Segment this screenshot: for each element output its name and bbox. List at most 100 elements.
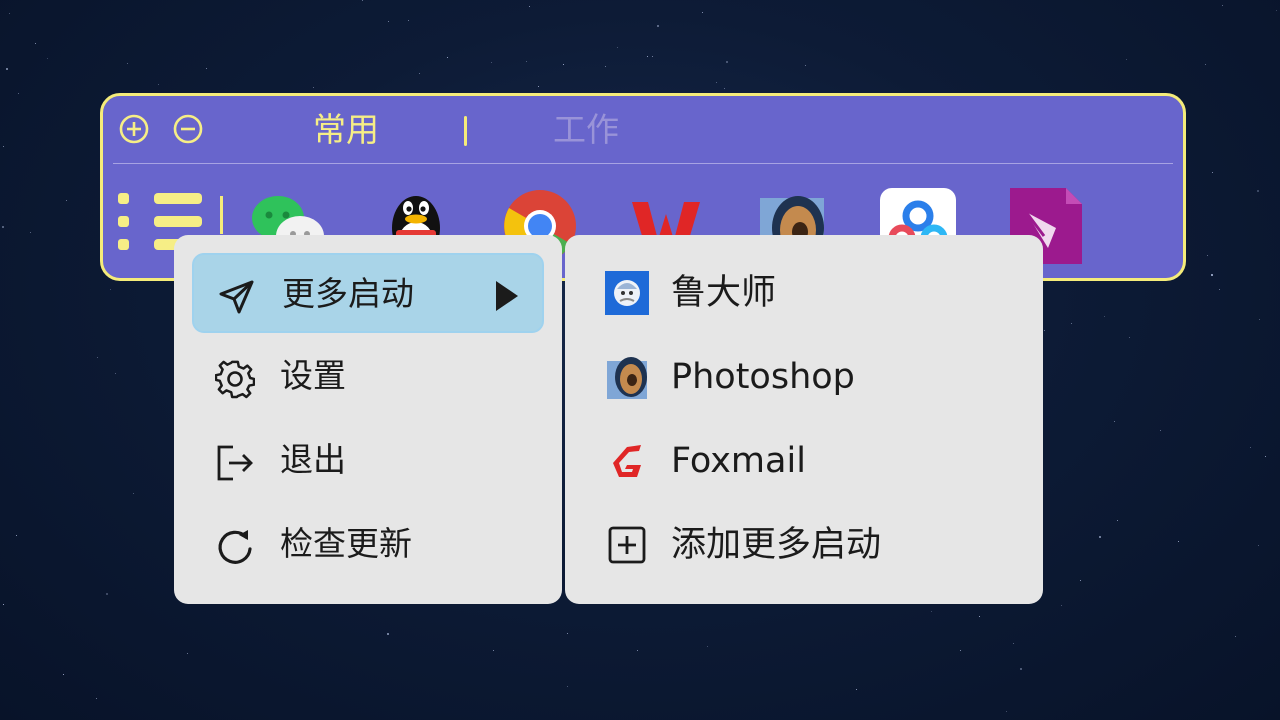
star — [9, 13, 10, 14]
submenu-item-label: Photoshop — [671, 357, 855, 397]
star — [1006, 711, 1007, 712]
star — [1117, 520, 1118, 521]
add-square-icon — [608, 526, 646, 564]
menu-item-more-launch[interactable]: 更多启动 — [192, 253, 544, 333]
menu-item-label: 退出 — [280, 440, 346, 479]
star — [158, 84, 159, 85]
menu-item-check-update[interactable]: 检查更新 — [192, 505, 544, 585]
star — [1104, 316, 1105, 317]
submenu-item-label: Foxmail — [671, 441, 806, 481]
star — [931, 611, 932, 612]
star — [1178, 541, 1179, 542]
tab-work[interactable]: 工作 — [553, 110, 619, 150]
star — [805, 65, 806, 66]
star — [529, 6, 530, 7]
submenu-item-label: 鲁大师 — [671, 273, 777, 313]
menu-item-label: 检查更新 — [280, 524, 412, 563]
star — [96, 698, 97, 699]
star — [362, 0, 363, 1]
star — [3, 146, 4, 147]
refresh-icon — [218, 530, 252, 564]
star — [115, 373, 116, 374]
star — [206, 68, 207, 69]
send-icon — [219, 280, 254, 314]
star — [106, 593, 108, 595]
star — [567, 633, 568, 634]
add-circle-icon[interactable] — [119, 114, 149, 144]
star — [1160, 430, 1161, 431]
menu-item-exit[interactable]: 退出 — [192, 421, 544, 501]
star — [30, 232, 31, 233]
tab-separator — [464, 116, 467, 146]
submenu-item-photoshop[interactable]: Photoshop — [605, 339, 1025, 419]
star — [447, 57, 448, 58]
photoshop-icon — [607, 357, 647, 399]
star — [526, 61, 527, 62]
star — [960, 650, 961, 651]
star — [979, 616, 980, 617]
context-menu: 更多启动 设置 退出 检查更新 — [174, 235, 562, 604]
star — [1250, 447, 1251, 448]
star — [567, 686, 568, 687]
star — [856, 689, 857, 690]
star — [6, 68, 8, 70]
star — [2, 226, 4, 228]
star — [1013, 643, 1014, 644]
star — [187, 653, 188, 654]
submenu: 鲁大师 Photoshop Foxmail 添加更多启动 — [565, 235, 1043, 604]
star — [97, 357, 98, 358]
star — [493, 650, 494, 651]
star — [1129, 337, 1130, 338]
ludashi-icon — [605, 271, 649, 315]
star — [1222, 5, 1223, 6]
star — [1212, 172, 1213, 173]
star — [726, 61, 728, 63]
submenu-item-foxmail[interactable]: Foxmail — [605, 423, 1025, 503]
star — [388, 21, 389, 22]
vertical-separator — [220, 196, 223, 234]
submenu-item-label: 添加更多启动 — [671, 525, 882, 565]
star — [637, 650, 638, 651]
star — [1219, 289, 1220, 290]
star — [1265, 456, 1266, 457]
remove-circle-icon[interactable] — [173, 114, 203, 144]
star — [1099, 536, 1101, 538]
star — [1205, 64, 1206, 65]
star — [724, 88, 725, 89]
menu-item-label: 设置 — [280, 356, 346, 395]
star — [35, 43, 36, 44]
star — [657, 25, 659, 27]
foxmail-icon — [613, 445, 641, 477]
star — [63, 674, 64, 675]
star — [605, 66, 606, 67]
star — [617, 47, 618, 48]
chevron-right-icon — [496, 281, 518, 311]
star — [652, 56, 653, 57]
star — [1114, 421, 1115, 422]
menu-item-settings[interactable]: 设置 — [192, 337, 544, 417]
star — [702, 12, 703, 13]
star — [1020, 668, 1022, 670]
star — [419, 73, 420, 74]
star — [647, 56, 648, 57]
star — [491, 62, 492, 63]
star — [707, 646, 708, 647]
star — [1258, 545, 1259, 546]
tab-common[interactable]: 常用 — [313, 110, 379, 150]
menu-item-label: 更多启动 — [282, 274, 414, 313]
logout-icon — [217, 445, 253, 481]
star — [1207, 255, 1208, 256]
star — [1235, 636, 1236, 637]
star — [47, 58, 48, 59]
star — [313, 87, 314, 88]
star — [563, 64, 564, 65]
star — [1257, 190, 1259, 192]
submenu-item-ludashi[interactable]: 鲁大师 — [605, 255, 1025, 335]
star — [1080, 580, 1081, 581]
star — [133, 493, 134, 494]
submenu-item-add-more[interactable]: 添加更多启动 — [605, 507, 1025, 587]
star — [127, 63, 128, 64]
star — [18, 93, 19, 94]
star — [387, 633, 389, 635]
star — [16, 535, 17, 536]
